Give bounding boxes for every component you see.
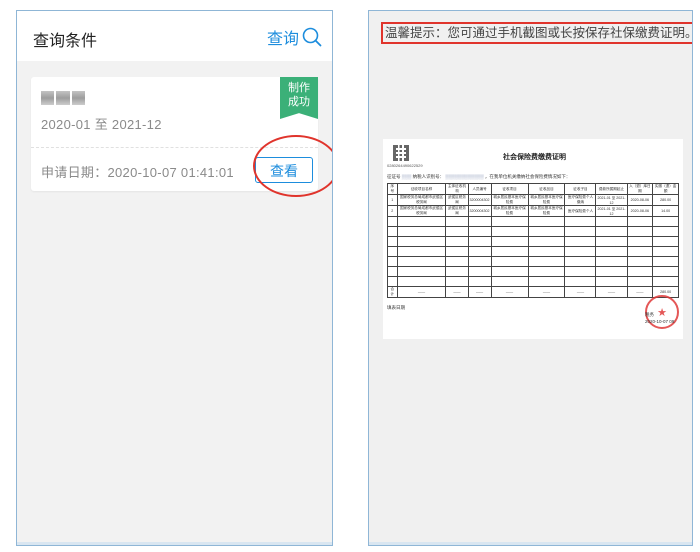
table-header-cell: 人员编号 xyxy=(467,183,492,195)
table-cell: 2021-01 至 2021-12 xyxy=(595,194,628,206)
table-header-cell: 征收品目 xyxy=(527,183,566,195)
table-header-row: 序号 征收项目名称 主体征收机构 人员编号 征收项目 征收品目 征收子目 费款所… xyxy=(387,183,679,195)
table-row xyxy=(387,226,679,237)
doc-line-middle: 纳税人识别号： xyxy=(412,174,445,179)
status-badge: 制作 成功 xyxy=(280,77,318,119)
table-header-cell: 征收子目 xyxy=(564,183,597,195)
table-row xyxy=(387,246,679,257)
query-screen: 查询条件 查询 2020-01 至 2021-12 制作 成功 申请日期：202… xyxy=(16,10,333,546)
doc-line-prefix: 征证号 xyxy=(387,174,401,179)
fill-date-label: 填表日期 xyxy=(387,305,405,310)
table-cell: 2020-08-06 xyxy=(626,205,654,217)
qr-code-icon xyxy=(393,145,409,161)
qr-number: 0280264490622529 xyxy=(387,163,423,168)
blurred-id: ▒▒▒▒▒▒▒▒▒▒▒▒ xyxy=(445,174,484,179)
highlight-circle xyxy=(253,135,332,197)
table-cell: 武侯区税务局 xyxy=(445,194,469,206)
total-label: 合计 xyxy=(387,286,398,298)
total-row: 合计 —— —— —— —— —— —— —— —— 280.00 xyxy=(387,286,679,298)
table-row xyxy=(387,236,679,247)
table-cell: 3200004302 xyxy=(467,205,492,217)
table-cell: 城乡居民基本医疗保险费 xyxy=(490,194,529,206)
table-header-cell: 费款所属期起止 xyxy=(595,183,628,195)
blurred-name xyxy=(41,91,85,105)
table-cell: 医疗保险费个人 xyxy=(564,205,597,217)
table-cell: 武侯区税务局 xyxy=(445,205,469,217)
signature-block: 税务 2020-10-07 09: xyxy=(645,311,676,325)
table-cell: 2020-08-06 xyxy=(626,194,654,206)
table-cell: 1 xyxy=(387,194,398,206)
page-title: 查询条件 xyxy=(33,33,98,50)
status-badge-text: 制作 成功 xyxy=(288,82,310,108)
table-cell: 城乡居民基本医疗保险费 xyxy=(527,205,566,217)
table-cell: 3200004302 xyxy=(467,194,492,206)
table-row: 1 国家税务总局成都市武侯区税务局 武侯区税务局 3200004302 城乡居民… xyxy=(387,194,679,206)
tip-text: 温馨提示：您可通过手机截图或长按保存社保缴费证明。 xyxy=(381,22,692,44)
table-cell: 2021-01 至 2021-12 xyxy=(595,205,628,217)
table-header-cell: 入（退）库日期 xyxy=(626,183,654,195)
table-cell: 城乡居民基本医疗保险费 xyxy=(527,194,566,206)
document-title: 社会保险费缴费证明 xyxy=(503,154,566,161)
record-period: 2020-01 至 2021-12 xyxy=(41,117,162,132)
header-bar: 查询条件 查询 xyxy=(17,11,332,61)
table-row xyxy=(387,216,679,227)
table-row xyxy=(387,276,679,287)
certificate-document[interactable]: 0280264490622529 社会保险费缴费证明 征证号 ▒▒▒ 纳税人识别… xyxy=(383,139,683,339)
apply-date: 申请日期：2020-10-07 01:41:01 xyxy=(41,165,234,180)
table-cell: 280.00 xyxy=(652,194,679,206)
screen-footer xyxy=(17,542,332,545)
table-header-cell: 序号 xyxy=(387,183,398,195)
table-cell: 医疗保险费个人缴纳 xyxy=(564,194,597,206)
table-header-cell: 征收项目名称 xyxy=(396,183,447,195)
table-header-cell: 征收项目 xyxy=(490,183,529,195)
table-row: 2 国家税务总局成都市武侯区税务局 武侯区税务局 3200004302 城乡居民… xyxy=(387,205,679,217)
table-cell: 城乡居民基本医疗保险费 xyxy=(490,205,529,217)
search-icon xyxy=(302,27,322,47)
table-header-cell: 主体征收机构 xyxy=(445,183,469,195)
table-cell: 14.00 xyxy=(652,205,679,217)
doc-line-suffix: ，在我单位机关缴纳社会保险费情况如下： xyxy=(484,174,571,179)
certificate-screen: 温馨提示：您可通过手机截图或长按保存社保缴费证明。 02802644906225… xyxy=(368,10,693,546)
sign-text: 税务 xyxy=(645,312,654,317)
table-row xyxy=(387,266,679,277)
table-header-cell: 实缴（退）金额 xyxy=(652,183,679,195)
table-cell: 国家税务总局成都市武侯区税务局 xyxy=(396,205,447,217)
table-cell: 2 xyxy=(387,205,398,217)
query-label: 查询 xyxy=(266,31,299,48)
sign-date: 2020-10-07 09: xyxy=(645,319,676,324)
table-cell: 国家税务总局成都市武侯区税务局 xyxy=(396,194,447,206)
payment-table: 序号 征收项目名称 主体征收机构 人员编号 征收项目 征收品目 征收子目 费款所… xyxy=(387,183,679,298)
document-intro: 征证号 ▒▒▒ 纳税人识别号： ▒▒▒▒▒▒▒▒▒▒▒▒ ，在我单位机关缴纳社会… xyxy=(387,174,570,180)
screen-footer xyxy=(369,542,692,545)
table-row xyxy=(387,256,679,267)
query-button[interactable]: 查询 xyxy=(267,25,322,49)
blurred-field: ▒▒▒ xyxy=(401,174,412,179)
